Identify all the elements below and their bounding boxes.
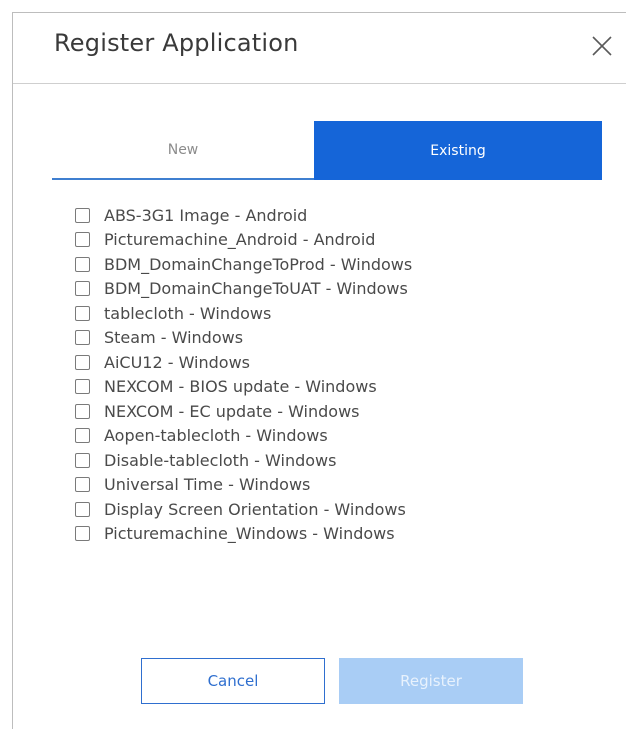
tab-bar: New Existing (52, 121, 602, 180)
register-button[interactable]: Register (339, 658, 523, 704)
application-label: Disable-tablecloth - Windows (104, 450, 337, 470)
application-list-item[interactable]: Picturemachine_Android - Android (75, 228, 412, 253)
application-list-item[interactable]: Universal Time - Windows (75, 473, 412, 498)
application-checkbox[interactable] (75, 330, 90, 346)
application-checkbox[interactable] (75, 305, 90, 321)
application-list-item[interactable]: Picturemachine_Windows - Windows (75, 522, 412, 547)
application-list-item[interactable]: AiCU12 - Windows (75, 350, 412, 375)
application-list-item[interactable]: ABS-3G1 Image - Android (75, 203, 412, 228)
application-label: tablecloth - Windows (104, 303, 272, 323)
application-checkbox[interactable] (75, 354, 90, 370)
application-list-item[interactable]: tablecloth - Windows (75, 301, 412, 326)
application-list-item[interactable]: NEXCOM - BIOS update - Windows (75, 375, 412, 400)
application-checkbox[interactable] (75, 452, 90, 468)
application-list-item[interactable]: NEXCOM - EC update - Windows (75, 399, 412, 424)
application-list-item[interactable]: Disable-tablecloth - Windows (75, 448, 412, 473)
cancel-button[interactable]: Cancel (141, 658, 325, 704)
application-list-item[interactable]: Display Screen Orientation - Windows (75, 497, 412, 522)
application-checkbox[interactable] (75, 256, 90, 272)
application-label: Picturemachine_Android - Android (104, 230, 376, 250)
application-label: Universal Time - Windows (104, 475, 311, 495)
application-label: ABS-3G1 Image - Android (104, 205, 308, 225)
application-checkbox[interactable] (75, 526, 90, 542)
application-checkbox[interactable] (75, 477, 90, 493)
dialog-title: Register Application (54, 29, 299, 57)
application-label: AiCU12 - Windows (104, 352, 250, 372)
application-list-item[interactable]: Steam - Windows (75, 326, 412, 351)
application-list: ABS-3G1 Image - Android Picturemachine_An… (75, 203, 412, 546)
application-label: BDM_DomainChangeToProd - Windows (104, 254, 413, 274)
application-checkbox[interactable] (75, 281, 90, 297)
tab-existing[interactable]: Existing (314, 121, 602, 180)
tab-new[interactable]: New (52, 121, 314, 180)
dialog-header: Register Application (13, 13, 626, 84)
application-label: Steam - Windows (104, 328, 244, 348)
application-checkbox[interactable] (75, 232, 90, 248)
application-label: Display Screen Orientation - Windows (104, 499, 406, 519)
application-checkbox[interactable] (75, 379, 90, 395)
application-label: NEXCOM - BIOS update - Windows (104, 377, 377, 397)
application-checkbox[interactable] (75, 207, 90, 223)
application-list-item[interactable]: BDM_DomainChangeToUAT - Windows (75, 277, 412, 302)
application-label: BDM_DomainChangeToUAT - Windows (104, 279, 408, 299)
application-label: Aopen-tablecloth - Windows (104, 426, 328, 446)
application-label: NEXCOM - EC update - Windows (104, 401, 360, 421)
application-checkbox[interactable] (75, 403, 90, 419)
application-list-item[interactable]: Aopen-tablecloth - Windows (75, 424, 412, 449)
application-label: Picturemachine_Windows - Windows (104, 524, 395, 544)
application-checkbox[interactable] (75, 501, 90, 517)
application-list-item[interactable]: BDM_DomainChangeToProd - Windows (75, 252, 412, 277)
application-checkbox[interactable] (75, 428, 90, 444)
register-application-dialog: Register Application New Existing ABS-3G… (12, 12, 626, 729)
close-icon[interactable] (591, 35, 613, 57)
